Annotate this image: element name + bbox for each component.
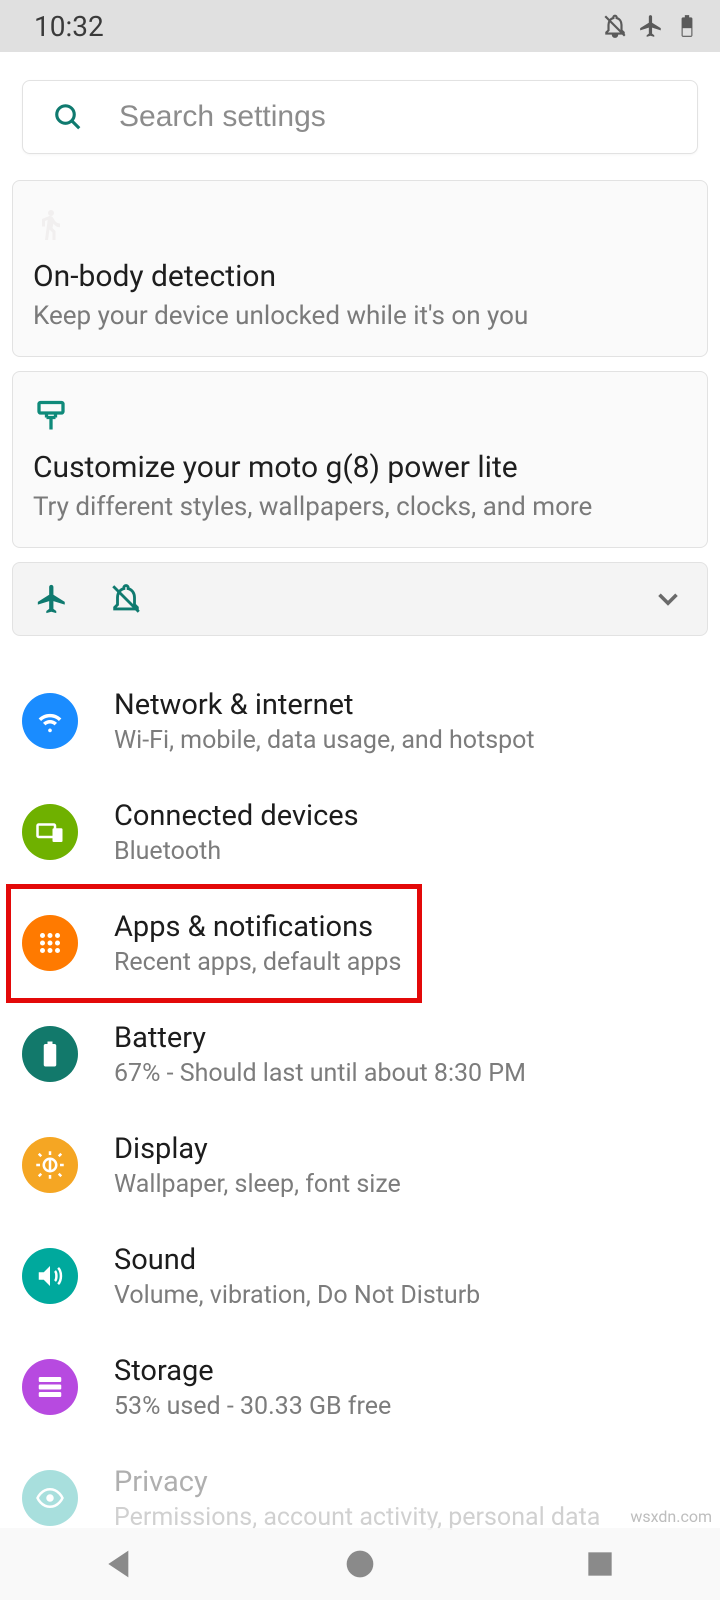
nav-home-button[interactable] (340, 1544, 380, 1584)
item-title: Apps & notifications (114, 910, 401, 944)
card-sub: Try different styles, wallpapers, clocks… (33, 491, 687, 525)
item-sub: Recent apps, default apps (114, 948, 401, 977)
airplane-icon (638, 13, 664, 39)
search-input[interactable] (119, 100, 697, 134)
chevron-down-icon[interactable] (651, 582, 685, 616)
privacy-icon (22, 1470, 78, 1526)
suggestion-customize[interactable]: Customize your moto g(8) power lite Try … (12, 371, 708, 548)
item-sub: 67% - Should last until about 8:30 PM (114, 1059, 526, 1088)
item-title: Storage (114, 1354, 391, 1388)
storage-icon (22, 1359, 78, 1415)
suggestion-onbody[interactable]: On-body detection Keep your device unloc… (12, 180, 708, 357)
status-icons (602, 13, 700, 39)
dnd-off-icon (109, 582, 143, 616)
item-sub: Wi-Fi, mobile, data usage, and hotspot (114, 726, 535, 755)
apps-icon (22, 915, 78, 971)
item-sound[interactable]: Sound Volume, vibration, Do Not Disturb (0, 1221, 720, 1332)
dnd-off-icon (602, 13, 628, 39)
nav-recent-button[interactable] (580, 1544, 620, 1584)
search-bar[interactable] (22, 80, 698, 154)
sound-icon (22, 1248, 78, 1304)
item-sub: Wallpaper, sleep, font size (114, 1170, 401, 1199)
item-sub: Volume, vibration, Do Not Disturb (114, 1281, 480, 1310)
item-title: Connected devices (114, 799, 359, 833)
airplane-icon (35, 582, 69, 616)
item-title: Privacy (114, 1465, 600, 1499)
navigation-bar (0, 1528, 720, 1600)
item-title: Network & internet (114, 688, 535, 722)
quick-toggle-strip[interactable] (12, 562, 708, 636)
nav-back-button[interactable] (100, 1544, 140, 1584)
wifi-icon (22, 693, 78, 749)
card-title: Customize your moto g(8) power lite (33, 450, 687, 485)
search-icon (53, 102, 83, 132)
card-sub: Keep your device unlocked while it's on … (33, 300, 687, 334)
battery-icon (674, 13, 700, 39)
item-storage[interactable]: Storage 53% used - 30.33 GB free (0, 1332, 720, 1443)
item-title: Battery (114, 1021, 526, 1055)
battery-icon (22, 1026, 78, 1082)
item-battery[interactable]: Battery 67% - Should last until about 8:… (0, 999, 720, 1110)
item-sub: 53% used - 30.33 GB free (114, 1392, 391, 1421)
item-title: Display (114, 1132, 401, 1166)
item-network[interactable]: Network & internet Wi-Fi, mobile, data u… (0, 666, 720, 777)
status-time: 10:32 (34, 10, 104, 43)
settings-list: Network & internet Wi-Fi, mobile, data u… (0, 666, 720, 1554)
card-title: On-body detection (33, 259, 687, 294)
item-display[interactable]: Display Wallpaper, sleep, font size (0, 1110, 720, 1221)
status-bar: 10:32 (0, 0, 720, 52)
item-title: Sound (114, 1243, 480, 1277)
watermark: wsxdn.com (630, 1507, 712, 1526)
devices-icon (22, 804, 78, 860)
item-sub: Bluetooth (114, 837, 359, 866)
paint-icon (33, 398, 69, 434)
item-connected-devices[interactable]: Connected devices Bluetooth (0, 777, 720, 888)
item-apps-notifications[interactable]: Apps & notifications Recent apps, defaul… (0, 888, 720, 999)
display-icon (22, 1137, 78, 1193)
walk-icon (33, 207, 69, 243)
